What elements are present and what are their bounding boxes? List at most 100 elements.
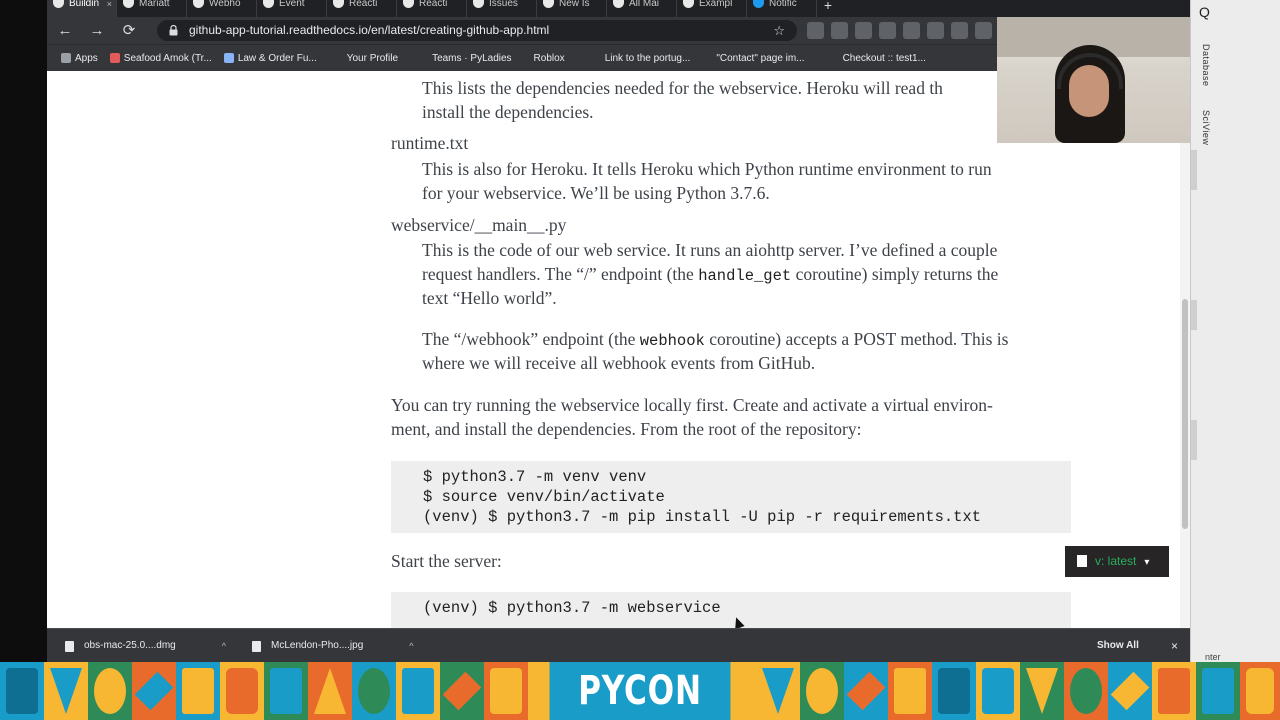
file-icon xyxy=(252,640,261,652)
decor-tile xyxy=(1064,662,1108,720)
file-icon xyxy=(65,640,74,652)
bookmark-label: Your Profile xyxy=(346,52,399,64)
tab-5[interactable]: Reacti xyxy=(397,0,467,17)
tab-10[interactable]: Notific xyxy=(747,0,817,17)
github-icon xyxy=(333,0,344,8)
tab-6[interactable]: Issues xyxy=(467,0,537,17)
decor-tile xyxy=(132,662,176,720)
extension-icon[interactable] xyxy=(807,22,824,39)
diamond-icon xyxy=(1110,671,1150,711)
tab-label: Exampl xyxy=(699,0,733,9)
github-icon xyxy=(543,0,554,8)
tab-8[interactable]: All Mai xyxy=(607,0,677,17)
readthedocs-version-badge[interactable]: v: latest ▾ xyxy=(1065,546,1169,577)
tab-bar: Buildin × Mariatt Webho Event Reacti Reac… xyxy=(47,0,1190,17)
leaf-icon xyxy=(1070,668,1102,714)
extension-icon[interactable] xyxy=(831,22,848,39)
code-block-run: (venv) $ python3.7 -m webservice xyxy=(391,592,1071,628)
back-button[interactable]: ← xyxy=(55,21,75,41)
tab-3[interactable]: Event xyxy=(257,0,327,17)
extension-icon[interactable] xyxy=(927,22,944,39)
bookmark-favicon-icon xyxy=(109,53,120,63)
browser-icon xyxy=(938,668,970,714)
search-icon[interactable]: Q xyxy=(1199,4,1210,20)
doc-page: This lists the dependencies needed for t… xyxy=(47,71,1190,628)
decor-tile xyxy=(484,662,528,720)
reload-button[interactable]: ⟳ xyxy=(119,21,139,41)
bookmark-item[interactable]: Roblox xyxy=(528,53,571,64)
github-icon xyxy=(473,0,484,8)
bookmark-item[interactable]: "Contact" page im... xyxy=(710,53,810,64)
extension-icon[interactable] xyxy=(903,22,920,39)
chip-icon xyxy=(270,668,302,714)
tab-1[interactable]: Mariatt xyxy=(117,0,187,17)
bookmark-label: Roblox xyxy=(533,52,565,64)
tab-7[interactable]: New Is xyxy=(537,0,607,17)
close-tab-icon[interactable]: × xyxy=(107,0,112,9)
tab-label: Notific xyxy=(769,0,797,9)
bookmark-item[interactable]: Law & Order Fu... xyxy=(218,53,323,64)
code-block-setup: $ python3.7 -m venv venv $ source venv/b… xyxy=(391,461,1071,533)
chevron-up-icon[interactable]: ^ xyxy=(409,629,413,663)
bookmark-item[interactable]: Your Profile xyxy=(341,53,404,64)
bookmark-item[interactable]: Seafood Amok (Tr... xyxy=(104,53,218,64)
bookmark-star-icon[interactable]: ☆ xyxy=(773,20,785,41)
panel-divider xyxy=(1191,420,1197,460)
apps-grid-icon xyxy=(61,53,71,63)
chevron-up-icon[interactable]: ^ xyxy=(222,629,226,663)
ide-side-panel: Q Database SciView nter xyxy=(1190,0,1280,662)
decor-tile xyxy=(756,662,800,720)
bookmark-apps[interactable]: Apps xyxy=(55,53,104,64)
tab-label: All Mai xyxy=(629,0,660,9)
tab-4[interactable]: Reacti xyxy=(327,0,397,17)
download-item[interactable]: McLendon-Pho....jpg ^ xyxy=(252,629,414,663)
diamond-icon xyxy=(134,671,174,711)
requirements-description: This lists the dependencies needed for t… xyxy=(422,78,943,98)
decor-tile xyxy=(440,662,484,720)
tab-9[interactable]: Exampl xyxy=(677,0,747,17)
extension-icon[interactable] xyxy=(975,22,992,39)
webcam-overlay xyxy=(997,17,1197,143)
bars-icon xyxy=(490,668,522,714)
extension-icon[interactable] xyxy=(951,22,968,39)
scrollbar-thumb[interactable] xyxy=(1182,299,1188,529)
chevron-icon xyxy=(50,668,82,714)
database-tab[interactable]: Database xyxy=(1201,44,1211,87)
close-icon[interactable]: × xyxy=(1171,629,1178,663)
download-item[interactable]: obs-mac-25.0....dmg ^ xyxy=(65,629,226,663)
decor-tile xyxy=(176,662,220,720)
requirements-description-cont: install the dependencies. xyxy=(422,102,594,122)
decor-tile xyxy=(264,662,308,720)
triangle-icon xyxy=(314,668,346,714)
bookmark-item[interactable]: Checkout :: test1... xyxy=(837,53,932,64)
bars-icon xyxy=(182,668,214,714)
bookmark-label: Seafood Amok (Tr... xyxy=(123,52,212,64)
forward-button[interactable]: → xyxy=(87,21,107,41)
caret-down-icon: ▾ xyxy=(1144,557,1150,568)
extension-icon[interactable] xyxy=(855,22,872,39)
address-bar[interactable]: github-app-tutorial.readthedocs.io/en/la… xyxy=(157,20,797,41)
page-scrollbar[interactable] xyxy=(1180,71,1190,628)
bookmark-item[interactable]: Teams · PyLadies xyxy=(426,53,517,64)
panel-divider xyxy=(1191,150,1197,190)
webhook-paragraph-line1: The “/webhook” endpoint (the webhook cor… xyxy=(422,327,1008,354)
start-server-text: Start the server: xyxy=(391,551,502,571)
terminal-icon xyxy=(6,668,38,714)
main-py-description-line2: request handlers. The “/” endpoint (the … xyxy=(422,262,998,289)
extension-icon[interactable] xyxy=(879,22,896,39)
extension-icons xyxy=(807,22,1016,39)
tab-0[interactable]: Buildin × xyxy=(47,0,117,17)
tab-label: Event xyxy=(279,0,305,9)
panel-divider xyxy=(1191,300,1197,330)
new-tab-button[interactable]: + xyxy=(817,0,839,17)
window-icon xyxy=(894,668,926,714)
bookmark-item[interactable]: Link to the portug... xyxy=(599,53,697,64)
sciview-tab[interactable]: SciView xyxy=(1201,110,1211,145)
bookmark-label: Link to the portug... xyxy=(604,52,691,64)
bookmark-favicon-icon xyxy=(223,53,234,63)
show-all-button[interactable]: Show All xyxy=(1097,629,1139,663)
tab-2[interactable]: Webho xyxy=(187,0,257,17)
diamond-icon xyxy=(846,671,886,711)
circle-icon xyxy=(358,668,390,714)
chevron-icon xyxy=(1026,668,1058,714)
